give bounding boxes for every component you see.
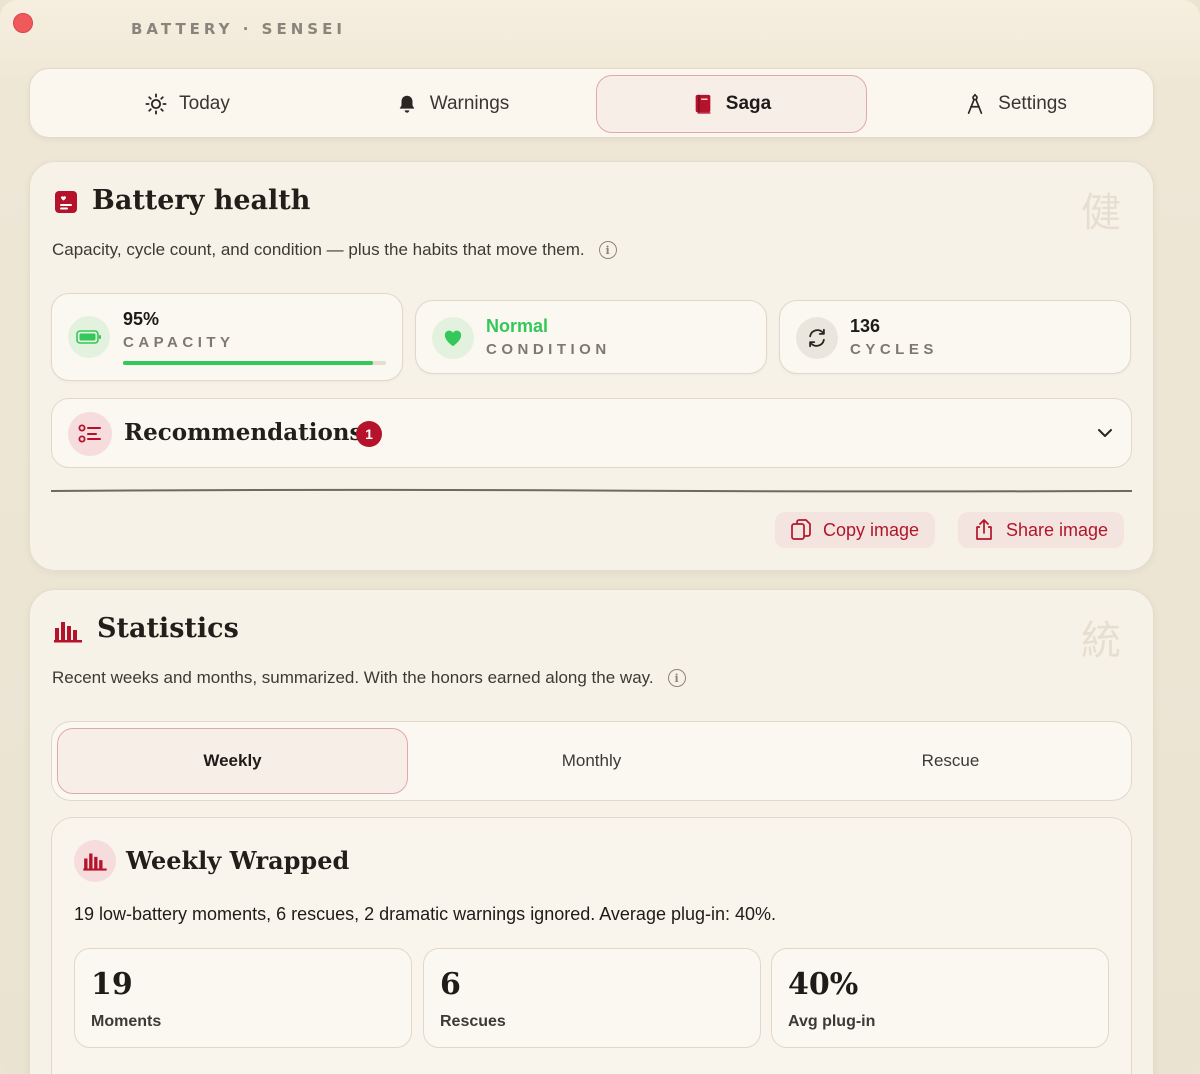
bar-chart-icon (54, 622, 82, 643)
info-icon[interactable]: i (598, 241, 617, 259)
weekly-wrapped-title: Weekly Wrapped (126, 846, 350, 875)
sun-icon (145, 93, 167, 115)
window-close-button[interactable] (13, 13, 33, 33)
recommendations-disclosure[interactable]: Recommendations 1 (51, 398, 1132, 468)
capacity-label: CAPACITY (123, 334, 235, 351)
share-image-button[interactable]: Share image (958, 512, 1125, 548)
capacity-progress-fill (123, 361, 373, 365)
main-tabbar: Today Warnings Saga Settings (29, 68, 1154, 138)
metric-label: Rescues (440, 1013, 506, 1030)
heart-icon (432, 317, 474, 359)
metric-value: 6 (440, 967, 461, 1002)
chevron-down-icon[interactable] (1095, 423, 1115, 443)
statistics-subtitle: Recent weeks and months, summarized. Wit… (52, 668, 686, 688)
tab-warnings[interactable]: Warnings (317, 75, 588, 133)
metric-rescues: 6 Rescues (423, 948, 761, 1048)
tab-warnings-label: Warnings (429, 93, 510, 114)
tab-saga[interactable]: Saga (596, 75, 867, 133)
app-window: BATTERY · SENSEI Today Warnings Saga Set… (0, 0, 1200, 1074)
tab-saga-label: Saga (725, 93, 772, 114)
compass-icon (967, 93, 983, 114)
cycles-value: 136 (850, 316, 881, 336)
checklist-icon (68, 412, 112, 456)
metric-value: 40% (788, 967, 859, 1002)
brush-divider (51, 488, 1132, 493)
metric-label: Moments (91, 1013, 162, 1030)
tab-today[interactable]: Today (52, 75, 323, 133)
health-kanji-watermark: 健 (1081, 190, 1121, 236)
metric-value: 19 (91, 967, 133, 1002)
metric-avg-plug-in: 40% Avg plug-in (771, 948, 1109, 1048)
book-icon (695, 94, 711, 114)
capacity-value: 95% (123, 309, 160, 329)
metric-moments: 19 Moments (74, 948, 412, 1048)
battery-health-subtitle-text: Capacity, cycle count, and condition — p… (52, 240, 585, 259)
period-segmented-control: Weekly Monthly Rescue (51, 721, 1132, 801)
metric-label: Avg plug-in (788, 1013, 876, 1030)
info-icon[interactable]: i (667, 669, 686, 687)
segment-rescue[interactable]: Rescue (775, 728, 1126, 794)
statistics-card: Statistics 統 Recent weeks and months, su… (29, 589, 1154, 1074)
condition-stat: Normal CONDITION (415, 300, 767, 374)
capacity-progress-bar (123, 361, 386, 365)
share-image-label: Share image (1006, 519, 1109, 540)
statistics-title: Statistics (97, 613, 239, 644)
statistics-kanji-watermark: 統 (1081, 618, 1121, 664)
copy-icon (791, 519, 811, 540)
health-record-icon (55, 191, 77, 213)
bell-icon (399, 95, 415, 113)
weekly-wrapped-summary: 19 low-battery moments, 6 rescues, 2 dra… (74, 904, 777, 924)
recommendations-count-badge: 1 (356, 421, 382, 447)
copy-image-label: Copy image (823, 519, 920, 540)
copy-image-button[interactable]: Copy image (775, 512, 936, 548)
tab-settings-label: Settings (998, 93, 1067, 114)
condition-label: CONDITION (486, 341, 611, 358)
condition-value: Normal (486, 316, 549, 336)
battery-health-subtitle: Capacity, cycle count, and condition — p… (52, 240, 617, 260)
app-title: BATTERY · SENSEI (131, 20, 346, 38)
weekly-wrapped-panel: Weekly Wrapped 19 low-battery moments, 6… (51, 817, 1132, 1074)
capacity-stat: 95% CAPACITY (51, 293, 403, 381)
recommendations-title: Recommendations (124, 419, 363, 446)
battery-health-card: Battery health 健 Capacity, cycle count, … (29, 161, 1154, 571)
tab-today-label: Today (179, 93, 230, 114)
battery-icon (68, 316, 110, 358)
statistics-subtitle-text: Recent weeks and months, summarized. Wit… (52, 668, 654, 687)
segment-weekly[interactable]: Weekly (57, 728, 408, 794)
share-icon (976, 519, 992, 540)
segment-monthly[interactable]: Monthly (416, 728, 767, 794)
battery-health-title: Battery health (92, 185, 311, 216)
tab-settings[interactable]: Settings (880, 75, 1151, 133)
refresh-icon (796, 317, 838, 359)
cycles-stat: 136 CYCLES (779, 300, 1131, 374)
bar-chart-icon (74, 840, 116, 882)
cycles-label: CYCLES (850, 341, 938, 358)
